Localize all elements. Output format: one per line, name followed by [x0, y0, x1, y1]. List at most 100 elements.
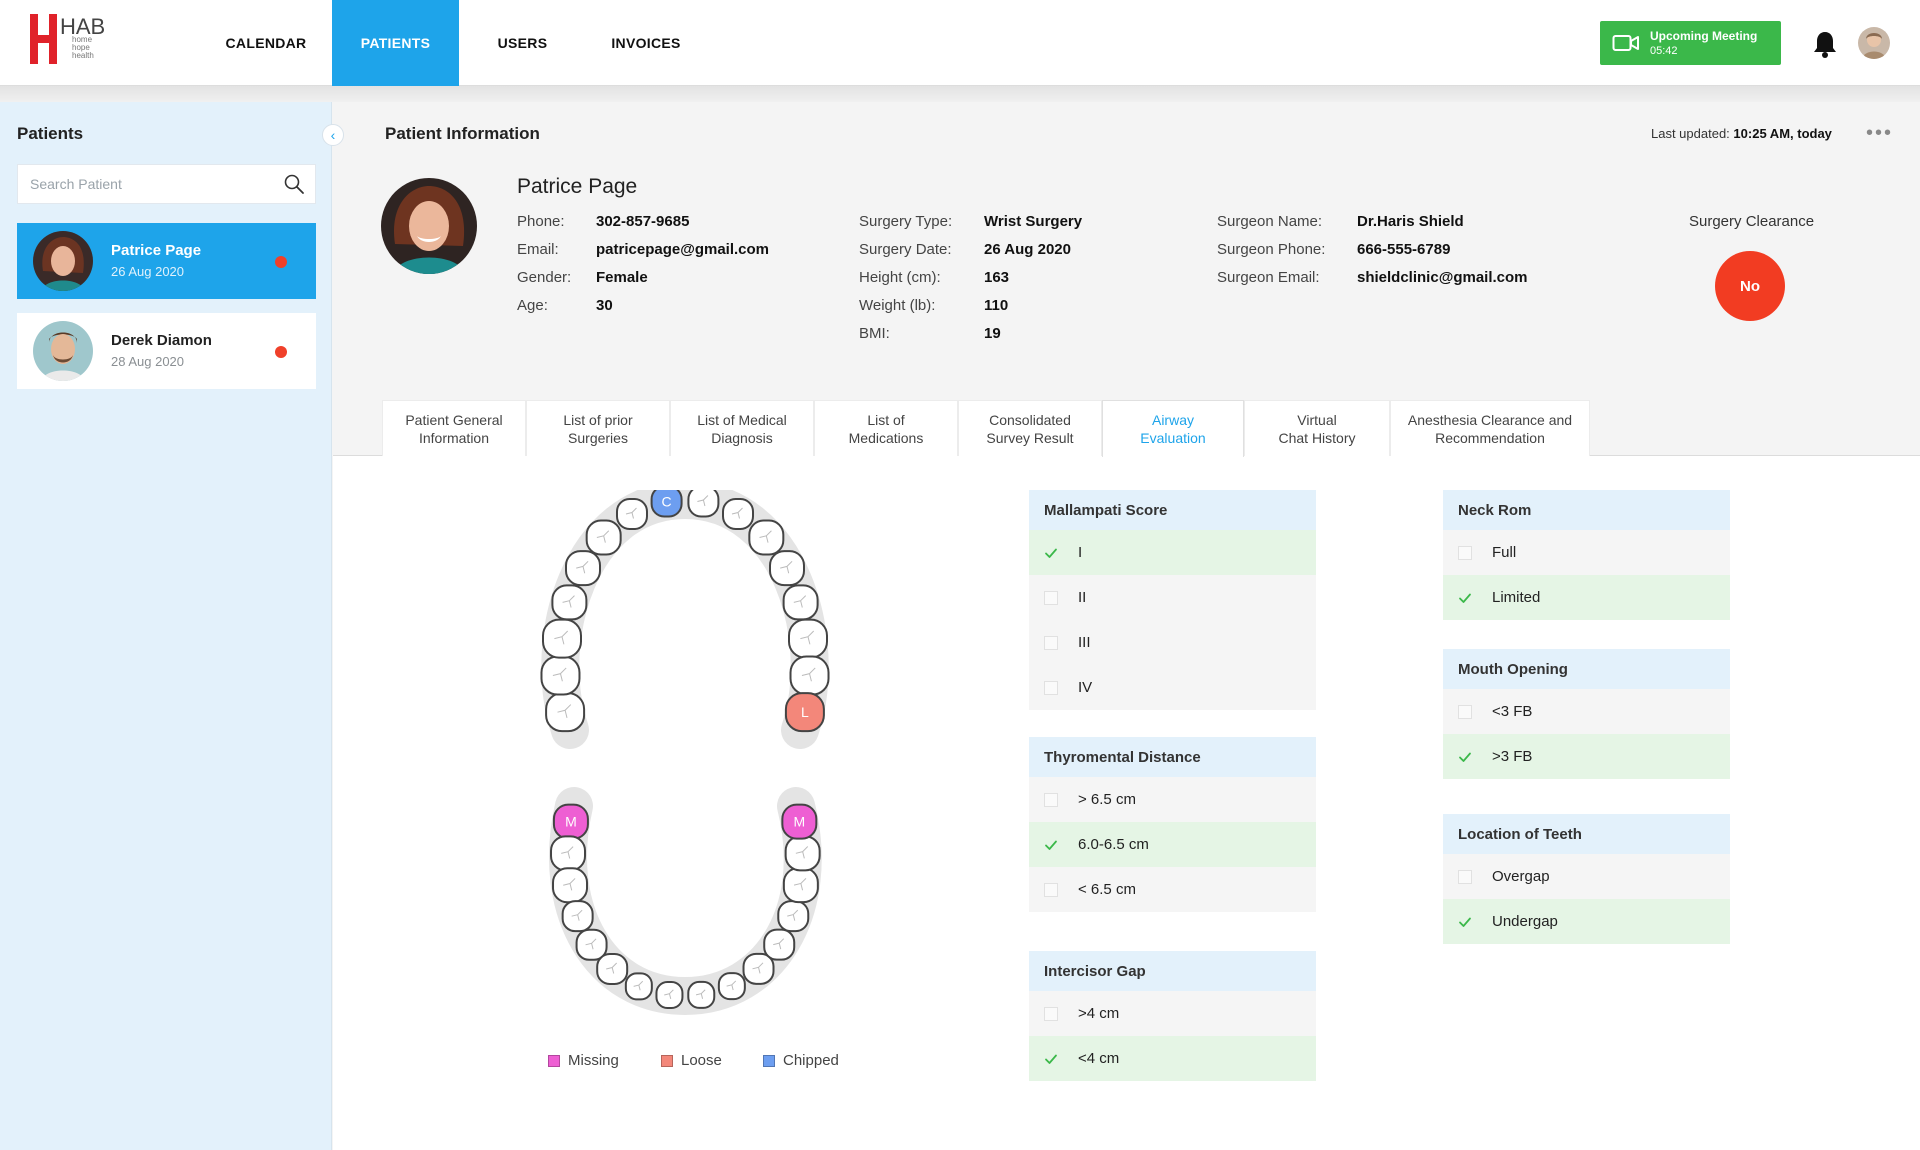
tab-list-of-medical-diagnosis[interactable]: List of Medical Diagnosis: [670, 400, 814, 456]
lower-tooth-12[interactable]: [763, 928, 796, 961]
option-overgap[interactable]: Overgap: [1443, 854, 1730, 899]
tab-line-2: Recommendation: [1435, 429, 1545, 446]
checkbox[interactable]: [1044, 838, 1058, 852]
option-intercisor-gt-4[interactable]: >4 cm: [1029, 991, 1316, 1036]
upper-tooth-12[interactable]: [768, 550, 805, 587]
tab-airway-evaluation[interactable]: Airway Evaluation: [1102, 400, 1244, 457]
lower-tooth-2[interactable]: [550, 835, 587, 872]
upper-tooth-11[interactable]: [748, 519, 785, 556]
option-neck-limited[interactable]: Limited: [1443, 575, 1730, 620]
tab-consolidated-survey-result[interactable]: Consolidated Survey Result: [958, 400, 1102, 456]
upper-tooth-14[interactable]: [788, 618, 828, 659]
upper-tooth-3[interactable]: [542, 618, 583, 659]
lower-tooth-13[interactable]: [777, 900, 810, 933]
nav-invoices[interactable]: INVOICES: [586, 0, 706, 86]
option-mallampati-ii[interactable]: II: [1029, 575, 1316, 620]
checkbox[interactable]: [1044, 590, 1058, 605]
more-options-icon[interactable]: •••: [1866, 123, 1893, 143]
tab-virtual-chat-history[interactable]: Virtual Chat History: [1244, 400, 1390, 456]
tooth-marker-label: M: [565, 814, 577, 830]
patient-name: Derek Diamon: [111, 332, 212, 349]
search-input[interactable]: [18, 165, 283, 203]
patient-card-patrice-page[interactable]: Patrice Page 26 Aug 2020: [17, 223, 316, 299]
lower-tooth-7[interactable]: [624, 972, 653, 1001]
checkbox[interactable]: [1044, 1052, 1058, 1066]
upper-tooth-16[interactable]: L: [784, 692, 825, 733]
lower-tooth-5[interactable]: [575, 928, 608, 961]
lower-tooth-4[interactable]: [561, 900, 594, 933]
upper-tooth-4[interactable]: [551, 584, 588, 621]
upcoming-meeting-button[interactable]: Upcoming Meeting 05:42: [1600, 21, 1781, 65]
upper-tooth-13[interactable]: [782, 584, 819, 621]
option-mouth-gt-3fb[interactable]: >3 FB: [1443, 734, 1730, 779]
nav-calendar[interactable]: CALENDAR: [200, 0, 332, 86]
option-undergap[interactable]: Undergap: [1443, 899, 1730, 944]
option-intercisor-lt-4[interactable]: <4 cm: [1029, 1036, 1316, 1081]
lower-tooth-14[interactable]: [782, 867, 819, 904]
checkbox[interactable]: [1044, 1006, 1058, 1021]
tab-line-1: Anesthesia Clearance and: [1407, 411, 1573, 428]
upper-tooth-1[interactable]: [545, 692, 586, 733]
lower-tooth-9[interactable]: [687, 980, 716, 1009]
checkbox[interactable]: [1044, 680, 1058, 695]
upper-tooth-7[interactable]: [615, 497, 648, 530]
lower-tooth-8[interactable]: [655, 981, 684, 1010]
surgery-type-value: Wrist Surgery: [984, 213, 1083, 230]
hab-logo[interactable]: HAB home hope health: [30, 14, 126, 66]
checkbox[interactable]: [1458, 704, 1472, 719]
nav-users[interactable]: USERS: [459, 0, 586, 86]
option-mouth-lt-3fb[interactable]: <3 FB: [1443, 689, 1730, 734]
option-thyromental-gt-6-5[interactable]: > 6.5 cm: [1029, 777, 1316, 822]
surgeon-name-label: Surgeon Name:: [1217, 213, 1323, 230]
tab-patient-general-information[interactable]: Patient General Information: [382, 400, 526, 456]
bell-icon[interactable]: [1812, 30, 1838, 58]
lower-tooth-1[interactable]: M: [552, 803, 589, 840]
patient-card-derek-diamon[interactable]: Derek Diamon 28 Aug 2020: [17, 313, 316, 389]
collapse-sidebar-button[interactable]: ‹: [322, 124, 344, 146]
height-value: 163: [984, 269, 1010, 286]
option-mallampati-iii[interactable]: III: [1029, 620, 1316, 665]
option-label: < 6.5 cm: [1078, 881, 1136, 898]
option-neck-full[interactable]: Full: [1443, 530, 1730, 575]
tab-line-1: List of: [867, 411, 905, 428]
upper-tooth-8[interactable]: C: [650, 485, 683, 518]
search-icon[interactable]: [283, 173, 305, 195]
user-avatar[interactable]: [1858, 27, 1890, 59]
upper-tooth-9[interactable]: [687, 485, 720, 518]
upper-tooth-10[interactable]: [722, 497, 755, 530]
lower-tooth-6[interactable]: [596, 953, 629, 986]
option-mallampati-i[interactable]: I: [1029, 530, 1316, 575]
option-mallampati-iv[interactable]: IV: [1029, 665, 1316, 710]
upper-tooth-15[interactable]: [789, 655, 830, 696]
checkbox[interactable]: [1458, 869, 1472, 884]
lower-tooth-3[interactable]: [552, 867, 589, 904]
tab-list-of-prior-surgeries[interactable]: List of prior Surgeries: [526, 400, 670, 456]
lower-tooth-10[interactable]: [717, 972, 746, 1001]
checkbox[interactable]: [1458, 750, 1472, 764]
checkbox[interactable]: [1044, 792, 1058, 807]
option-thyromental-lt-6-5[interactable]: < 6.5 cm: [1029, 867, 1316, 912]
check-icon: [1459, 752, 1471, 762]
tab-list-of-medications[interactable]: List of Medications: [814, 400, 958, 456]
upper-tooth-6[interactable]: [585, 519, 622, 556]
checkbox[interactable]: [1458, 915, 1472, 929]
patient-date: 28 Aug 2020: [111, 354, 185, 369]
patient-date: 26 Aug 2020: [111, 264, 185, 279]
checkbox[interactable]: [1044, 635, 1058, 650]
upper-tooth-2[interactable]: [540, 655, 581, 696]
checkbox[interactable]: [1458, 545, 1472, 560]
legend-label: Missing: [568, 1052, 619, 1069]
checkbox[interactable]: [1044, 882, 1058, 897]
lower-tooth-16[interactable]: M: [781, 803, 818, 840]
checkbox[interactable]: [1458, 591, 1472, 605]
surgery-type-label: Surgery Type:: [859, 213, 953, 230]
tooth-marker-label: L: [801, 704, 809, 720]
chevron-left-icon: ‹: [330, 127, 336, 143]
lower-tooth-15[interactable]: [784, 835, 821, 872]
tab-anesthesia-clearance-recommendation[interactable]: Anesthesia Clearance and Recommendation: [1390, 400, 1590, 456]
upper-tooth-5[interactable]: [565, 550, 602, 587]
lower-tooth-11[interactable]: [742, 952, 775, 985]
option-thyromental-6-6-5[interactable]: 6.0-6.5 cm: [1029, 822, 1316, 867]
checkbox[interactable]: [1044, 546, 1058, 560]
nav-patients[interactable]: PATIENTS: [332, 0, 459, 86]
